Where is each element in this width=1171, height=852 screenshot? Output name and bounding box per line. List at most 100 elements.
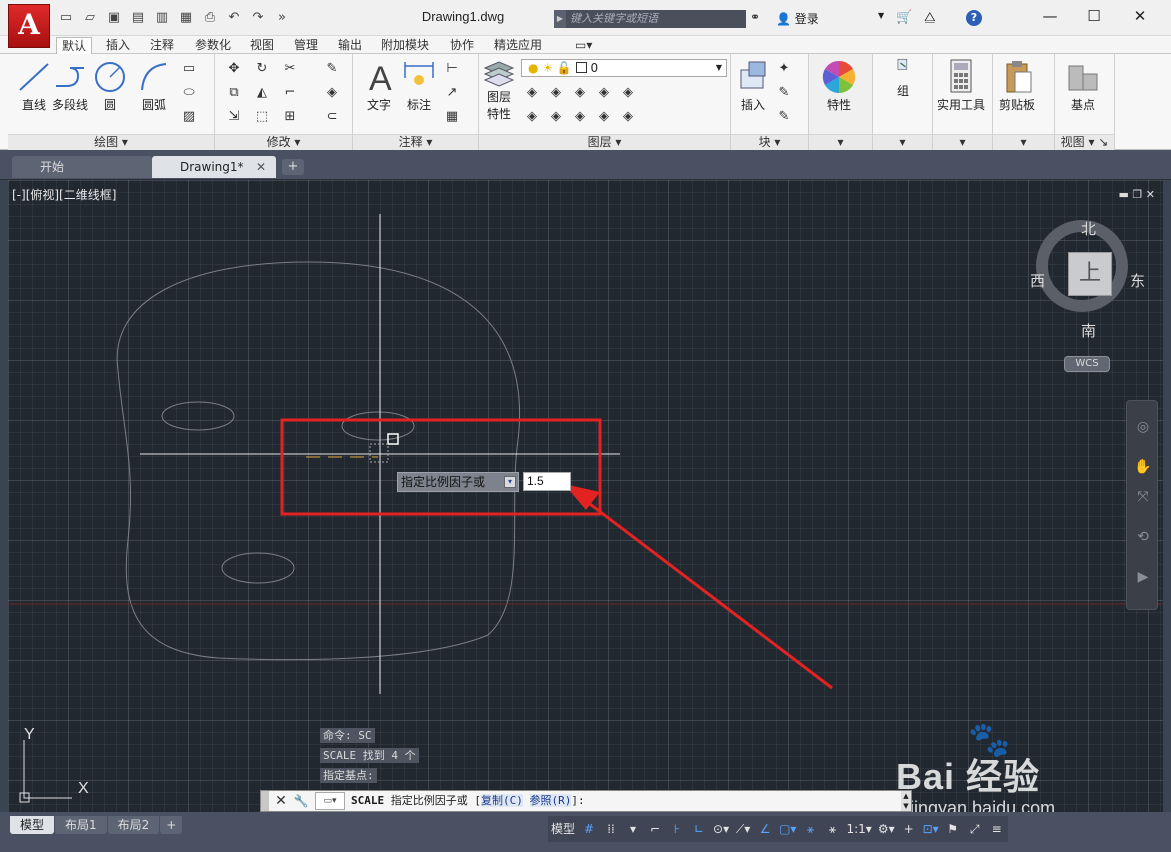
orbit-icon[interactable]: ⟲	[1133, 527, 1153, 547]
stretch-icon[interactable]: ⇲	[225, 108, 243, 126]
move-icon[interactable]: ✥	[225, 60, 243, 78]
undo-icon[interactable]: ↶	[224, 9, 244, 27]
tab-start[interactable]: 开始	[12, 156, 152, 178]
clipboard-panel-footer[interactable]: ▾	[993, 134, 1054, 150]
line-button[interactable]: 直线	[16, 58, 52, 113]
rectangle-icon[interactable]: ▭	[180, 60, 198, 78]
add-layout-button[interactable]: +	[160, 816, 183, 834]
close-icon[interactable]: ✕	[273, 793, 289, 809]
ortho-icon[interactable]: ∟	[688, 816, 710, 842]
utilities-button[interactable]: 实用工具	[937, 58, 985, 113]
search-expand-icon[interactable]: ▶	[554, 10, 566, 28]
tab-annotate[interactable]: 注释	[145, 37, 179, 54]
layer-isolate-icon[interactable]: ◈	[547, 84, 565, 102]
tab-manage[interactable]: 管理	[289, 37, 323, 54]
viewport-window-controls[interactable]: ▬ ❐ ✕	[1119, 188, 1155, 201]
command-line[interactable]: ✕ 🔧 ▭▾ SCALE 指定比例因子或 [复制(C) 参照(R)]: ▲ ▼	[260, 790, 912, 812]
text-button[interactable]: A 文字	[361, 58, 397, 113]
tab-insert[interactable]: 插入	[101, 37, 135, 54]
layer-thaw-icon[interactable]: ◈	[571, 108, 589, 126]
command-line-scroll[interactable]: ▲ ▼	[901, 791, 911, 811]
viewcube-top-face[interactable]: 上	[1068, 252, 1112, 296]
arc-button[interactable]: 圆弧	[136, 58, 172, 113]
scale-factor-input[interactable]: 1.5	[523, 472, 571, 491]
ellipse-icon[interactable]: ⬭	[180, 84, 198, 102]
table-icon[interactable]: ▦	[443, 108, 461, 126]
properties-panel[interactable]: 特性 ▾	[809, 54, 873, 150]
properties-panel-footer[interactable]: ▾	[809, 134, 872, 150]
rotate-icon[interactable]: ↻	[253, 60, 271, 78]
infer-constraints-icon[interactable]: ⌐	[644, 816, 666, 842]
fillet-icon[interactable]: ⌐	[281, 84, 299, 102]
layer-match-icon[interactable]: ◈	[619, 84, 637, 102]
polar-tracking-icon[interactable]: ⊙▾	[710, 816, 732, 842]
erase-icon[interactable]: ✎	[323, 60, 341, 78]
wrench-icon[interactable]: 🔧	[293, 793, 309, 809]
utilities-panel[interactable]: 实用工具 ▾	[933, 54, 993, 150]
maximize-button[interactable]: ☐	[1080, 5, 1108, 27]
array-icon[interactable]: ⊞	[281, 108, 299, 126]
print-icon[interactable]: ⎙	[200, 9, 220, 27]
snap-dropdown-icon[interactable]: ▾	[622, 816, 644, 842]
isolate-objects-icon[interactable]: ⚑	[942, 816, 964, 842]
minimize-button[interactable]: —	[1036, 5, 1064, 27]
community-icon[interactable]: ⧋	[924, 10, 936, 25]
tab-layout1[interactable]: 布局1	[55, 816, 107, 834]
save-icon[interactable]: ▣	[104, 9, 124, 27]
pan-icon[interactable]: ✋	[1133, 457, 1153, 477]
cart-icon[interactable]: 🛒	[896, 10, 912, 25]
redo-icon[interactable]: ↷	[248, 9, 268, 27]
offset-icon[interactable]: ⊂	[323, 108, 341, 126]
fullscreen-icon[interactable]: ⤢	[964, 816, 986, 842]
web-mobile-icon[interactable]: ▦	[176, 9, 196, 27]
tab-parametric[interactable]: 参数化	[190, 37, 236, 54]
auto-scale-icon[interactable]: ⚹	[821, 816, 843, 842]
basepoint-button[interactable]: 基点	[1065, 58, 1101, 113]
isometric-icon[interactable]: ⟋▾	[732, 816, 754, 842]
showmotion-icon[interactable]: ▶	[1133, 567, 1153, 587]
compass-south[interactable]: 南	[1081, 320, 1096, 341]
steering-wheel-icon[interactable]: ◎	[1133, 417, 1153, 437]
copy-icon[interactable]: ⧉	[225, 84, 243, 102]
down-arrow-icon[interactable]: ▾	[504, 476, 516, 488]
layers-panel-footer[interactable]: 图层 ▾	[479, 134, 730, 150]
help-icon[interactable]: ?	[966, 10, 982, 26]
explode-icon[interactable]: ◈	[323, 84, 341, 102]
groups-panel-footer[interactable]: ▾	[873, 134, 932, 150]
expand-toolbar-icon[interactable]: »	[272, 9, 292, 27]
layer-dropdown[interactable]: ● ☀ 🔓 0 ▼	[521, 59, 727, 77]
binoculars-icon[interactable]: ⚭	[750, 10, 760, 24]
tab-featured-apps[interactable]: 精选应用	[489, 37, 547, 54]
dynamic-input-icon[interactable]: ⊦	[666, 816, 688, 842]
tab-output[interactable]: 输出	[333, 37, 367, 54]
view-panel-footer[interactable]: 视图 ▾ ↘	[1055, 134, 1114, 150]
annotation-scale[interactable]: 1:1▾	[843, 816, 874, 842]
modify-panel-footer[interactable]: 修改 ▾	[215, 134, 352, 150]
object-snap-tracking-icon[interactable]: ∠	[754, 816, 776, 842]
wcs-menu[interactable]: WCS	[1064, 356, 1110, 372]
layer-walk-icon[interactable]: ◈	[619, 108, 637, 126]
viewcube[interactable]: 上 北 南 东 西	[1030, 214, 1145, 340]
tab-layout2[interactable]: 布局2	[107, 816, 160, 834]
model-space-button[interactable]: 模型	[548, 816, 578, 842]
reference-option[interactable]: 参照(R)	[529, 794, 572, 807]
utilities-panel-footer[interactable]: ▾	[933, 134, 992, 150]
recent-commands-button[interactable]: ▭▾	[315, 792, 345, 810]
draw-panel-footer[interactable]: 绘图 ▾	[8, 134, 214, 150]
object-snap-icon[interactable]: ▢▾	[776, 816, 799, 842]
tab-view[interactable]: 视图	[245, 37, 279, 54]
command-line-grip[interactable]	[261, 791, 269, 811]
customize-menu-icon[interactable]: ≡	[986, 816, 1008, 842]
annotation-visibility-icon[interactable]: ⚹	[799, 816, 821, 842]
upload-icon[interactable]: ▥	[152, 9, 172, 27]
layer-off-icon[interactable]: ◈	[523, 84, 541, 102]
workspace-gear-icon[interactable]: ⚙▾	[875, 816, 898, 842]
insert-block-button[interactable]: 插入	[735, 58, 771, 113]
scale-icon[interactable]: ⬚	[253, 108, 271, 126]
search-input[interactable]: 键入关键字或短语	[566, 10, 746, 28]
close-button[interactable]: ✕	[1126, 5, 1154, 27]
layer-properties-button[interactable]: 图层 特性	[481, 58, 517, 122]
drawing-canvas[interactable]: [-][俯视][二维线框] ▬ ❐ ✕ 指定比例因子或 ▾ 1.5 命令: SC…	[8, 180, 1163, 812]
layer-unisolate-icon[interactable]: ◈	[547, 108, 565, 126]
command-prompt[interactable]: SCALE 指定比例因子或 [复制(C) 参照(R)]:	[351, 793, 585, 809]
